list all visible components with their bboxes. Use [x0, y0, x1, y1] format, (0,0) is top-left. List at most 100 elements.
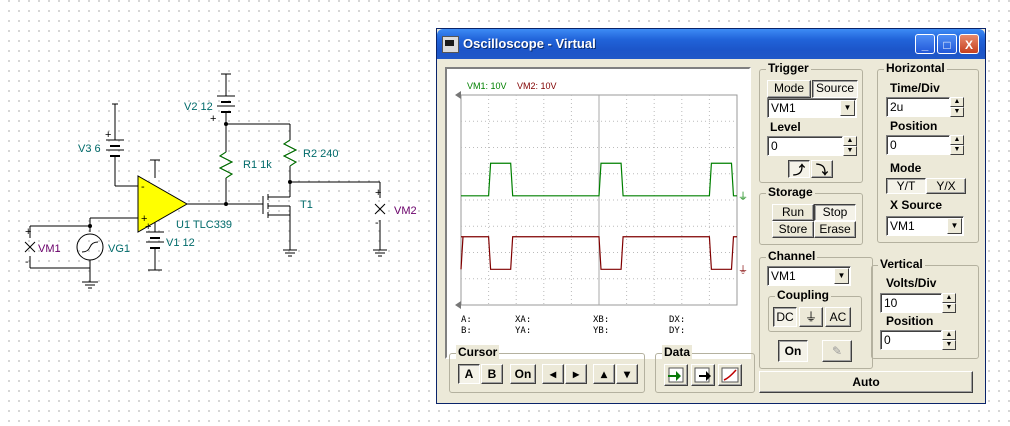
trigger-rising-edge-button[interactable]: ⤴ [788, 160, 810, 178]
timediv-spinner[interactable]: ▲ ▼ [950, 97, 964, 117]
data-group: Data [655, 345, 755, 393]
v2-plus: + [210, 113, 216, 125]
v3-label: V3 6 [78, 143, 101, 155]
store-button[interactable]: Store [772, 221, 814, 238]
vm2-plus: + [375, 187, 381, 199]
vm2-minus: - [375, 217, 379, 229]
data-import-button[interactable] [664, 364, 688, 386]
readout-xa: XA: [515, 315, 532, 325]
spin-down-icon[interactable]: ▼ [942, 340, 956, 350]
t1-label: T1 [300, 199, 313, 211]
xsource-value: VM1 [890, 219, 915, 233]
minimize-button[interactable]: _ [915, 34, 935, 54]
voltsdiv-label: Volts/Div [886, 276, 937, 290]
export-icon [694, 367, 711, 383]
timediv-label: Time/Div [890, 81, 940, 95]
spin-down-icon[interactable]: ▼ [950, 107, 964, 117]
auto-button[interactable]: Auto [759, 371, 973, 393]
spin-down-icon[interactable]: ▼ [942, 303, 956, 313]
cursor-right-button[interactable]: ▸ [565, 364, 587, 384]
chevron-down-icon[interactable]: ▼ [840, 100, 855, 116]
readout-b: B: [461, 326, 472, 336]
trigger-falling-edge-button[interactable]: ⤵ [811, 160, 833, 178]
vertical-position-input[interactable]: 0 [880, 330, 942, 350]
vm2-label: VM2 [394, 205, 417, 217]
cursor-up-button[interactable]: ▴ [593, 364, 615, 384]
trigger-mode-button[interactable]: Mode [767, 80, 811, 98]
vm1-plus: + [25, 226, 31, 238]
mode-yt-button[interactable]: Y/T [886, 178, 926, 194]
coupling-ground-button[interactable]: ⏚ [799, 307, 823, 327]
mode-yx-button[interactable]: Y/X [926, 178, 966, 194]
chevron-down-icon[interactable]: ▼ [947, 218, 962, 234]
horizontal-position-input[interactable]: 0 [886, 135, 950, 155]
run-button[interactable]: Run [772, 204, 814, 221]
vertical-position-spinner[interactable]: ▲ ▼ [942, 330, 956, 350]
probe-pen-button[interactable]: ✎ [822, 340, 852, 362]
voltsdiv-spinner[interactable]: ▲ ▼ [942, 293, 956, 313]
xsource-label: X Source [890, 198, 943, 212]
r2-label: R2 240 [303, 148, 338, 160]
rising-edge-icon: ⤴ [792, 163, 805, 177]
spin-down-icon[interactable]: ▼ [843, 146, 857, 156]
chevron-down-icon[interactable]: ▼ [834, 268, 849, 284]
horizontal-position-spinner[interactable]: ▲ ▼ [950, 135, 964, 155]
coupling-dc-button[interactable]: DC [773, 307, 797, 327]
storage-group: Storage Run Stop Store Erase [759, 185, 863, 245]
cursor-down-button[interactable]: ▾ [616, 364, 638, 384]
horizontal-title: Horizontal [884, 61, 947, 75]
coupling-group: Coupling DC ⏚ AC [768, 288, 862, 332]
diagram-icon [721, 367, 739, 383]
voltsdiv-input[interactable]: 10 [880, 293, 942, 313]
cursor-on-button[interactable]: On [510, 364, 536, 384]
close-button[interactable]: X [959, 34, 979, 54]
coupling-ac-button[interactable]: AC [825, 307, 851, 327]
vm1-label: VM1 [38, 243, 61, 255]
data-export-button[interactable] [691, 364, 715, 386]
title-bar[interactable]: Oscilloscope - Virtual _ □ X [437, 29, 985, 59]
trigger-source-select[interactable]: VM1 ▼ [767, 98, 857, 118]
window-title: Oscilloscope - Virtual [463, 36, 596, 51]
import-icon [668, 367, 684, 383]
readout-dx: DX: [669, 315, 686, 325]
oscilloscope-app-icon [442, 36, 459, 53]
arrow-down-icon: ▾ [623, 367, 631, 381]
trigger-group: Trigger Mode Source VM1 ▼ Level 0 ▲ ▼ ⤴ ⤵ [759, 61, 863, 183]
cursor-b-button[interactable]: B [481, 364, 503, 384]
readout-a: A: [461, 315, 472, 325]
spin-up-icon[interactable]: ▲ [843, 136, 857, 146]
arrow-left-icon: ◂ [549, 367, 557, 381]
arrow-up-icon: ▴ [600, 367, 608, 381]
trigger-level-spinner[interactable]: ▲ ▼ [843, 136, 857, 156]
xsource-select[interactable]: VM1 ▼ [886, 216, 964, 236]
channel-on-button[interactable]: On [778, 340, 808, 362]
stop-button[interactable]: Stop [814, 204, 856, 221]
scope-plot: ⏚⏚ [455, 91, 748, 309]
cursor-a-button[interactable]: A [458, 364, 480, 384]
trigger-source-button[interactable]: Source [812, 80, 858, 98]
maximize-button[interactable]: □ [937, 34, 957, 54]
spin-up-icon[interactable]: ▲ [942, 293, 956, 303]
circuit-schematic: V3 6 V2 12 V1 12 R1 1k R2 240 U1 TLC339 … [24, 73, 417, 289]
spin-up-icon[interactable]: ▲ [950, 97, 964, 107]
spin-up-icon[interactable]: ▲ [942, 330, 956, 340]
horizontal-group: Horizontal Time/Div 2u ▲ ▼ Position 0 ▲ ▼ … [877, 61, 979, 243]
horizontal-position-label: Position [890, 119, 938, 133]
trigger-level-input[interactable]: 0 [767, 136, 843, 156]
readout-xb: XB: [593, 315, 610, 325]
ground-marker-vm1: ⏚ [738, 191, 748, 203]
spin-down-icon[interactable]: ▼ [950, 145, 964, 155]
data-diagram-button[interactable] [718, 364, 742, 386]
cursor-left-button[interactable]: ◂ [542, 364, 564, 384]
timediv-input[interactable]: 2u [886, 97, 950, 117]
spin-up-icon[interactable]: ▲ [950, 135, 964, 145]
coupling-title: Coupling [775, 288, 831, 302]
readout-dy: DY: [669, 326, 686, 336]
pen-icon: ✎ [831, 344, 843, 358]
channel-group: Channel VM1 ▼ Coupling DC ⏚ AC On ✎ [759, 249, 873, 369]
vg1-label: VG1 [108, 243, 130, 255]
bottom-marker [455, 301, 461, 309]
channel-select[interactable]: VM1 ▼ [767, 266, 851, 286]
erase-button[interactable]: Erase [814, 221, 856, 238]
ground-marker-vm2: ⏚ [738, 264, 748, 276]
